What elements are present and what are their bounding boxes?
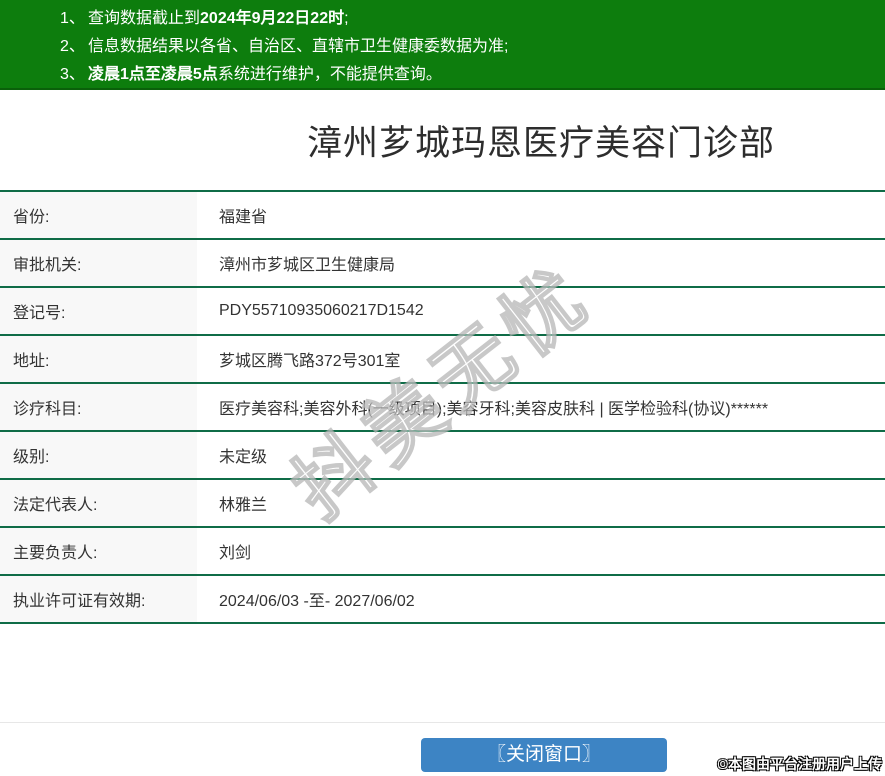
row-value: 刘剑: [197, 528, 885, 574]
row-label: 审批机关:: [0, 240, 197, 286]
notice-text: 信息数据结果以各省、自治区、直辖市卫生健康委数据为准;: [88, 38, 509, 55]
row-label: 省份:: [0, 192, 197, 238]
row-label: 诊疗科目:: [0, 384, 197, 430]
notice-line-2: 2、 信息数据结果以各省、自治区、直辖市卫生健康委数据为准;: [0, 33, 885, 61]
row-value: 福建省: [197, 192, 885, 238]
row-label: 主要负责人:: [0, 528, 197, 574]
row-value: 医疗美容科;美容外科(一级项目);美容牙科;美容皮肤科 | 医学检验科(协议)*…: [197, 384, 885, 430]
row-value: 林雅兰: [197, 480, 885, 526]
table-row-medical-subjects: 诊疗科目: 医疗美容科;美容外科(一级项目);美容牙科;美容皮肤科 | 医学检验…: [0, 384, 885, 432]
notice-text: ;: [344, 10, 349, 27]
notice-line-3: 3、 凌晨1点至凌晨5点系统进行维护，不能提供查询。: [0, 61, 885, 89]
notice-number: 2、: [60, 38, 85, 55]
notice-text-bold: 2024年9月22日22时: [200, 10, 345, 27]
row-label: 登记号:: [0, 288, 197, 334]
row-value: 漳州市芗城区卫生健康局: [197, 240, 885, 286]
row-label: 级别:: [0, 432, 197, 478]
notice-text: 查询数据截止到: [88, 10, 201, 27]
table-row-main-person-in-charge: 主要负责人: 刘剑: [0, 528, 885, 576]
row-value: 2024/06/03 -至- 2027/06/02: [197, 576, 885, 622]
table-row-level: 级别: 未定级: [0, 432, 885, 480]
close-window-button[interactable]: 〖关闭窗口〗: [421, 738, 667, 772]
table-row-address: 地址: 芗城区腾飞路372号301室: [0, 336, 885, 384]
table-row-registration-number: 登记号: PDY55710935060217D1542: [0, 288, 885, 336]
row-value: PDY55710935060217D1542: [197, 288, 885, 334]
table-row-legal-representative: 法定代表人: 林雅兰: [0, 480, 885, 528]
row-label: 执业许可证有效期:: [0, 576, 197, 622]
notice-text: 系统进行维护，不能提供查询。: [217, 66, 442, 83]
notice-number: 3、: [60, 66, 85, 83]
footer-divider: [0, 722, 885, 723]
table-row-approval-authority: 审批机关: 漳州市芗城区卫生健康局: [0, 240, 885, 288]
row-label: 地址:: [0, 336, 197, 382]
upload-attribution: ©本图由平台注册用户上传: [717, 756, 882, 772]
row-value: 芗城区腾飞路372号301室: [197, 336, 885, 382]
notice-text-bold: 凌晨1点至凌晨5点: [88, 66, 218, 83]
notice-line-1: 1、 查询数据截止到2024年9月22日22时;: [0, 5, 885, 33]
table-row-license-validity-period: 执业许可证有效期: 2024/06/03 -至- 2027/06/02: [0, 576, 885, 624]
row-value: 未定级: [197, 432, 885, 478]
table-row-province: 省份: 福建省: [0, 192, 885, 240]
license-detail-table: 省份: 福建省 审批机关: 漳州市芗城区卫生健康局 登记号: PDY557109…: [0, 190, 885, 624]
title-row: 漳州芗城玛恩医疗美容门诊部: [197, 90, 885, 190]
page-title: 漳州芗城玛恩医疗美容门诊部: [306, 123, 775, 163]
notice-banner: 1、 查询数据截止到2024年9月22日22时; 2、 信息数据结果以各省、自治区、…: [0, 0, 885, 90]
notice-number: 1、: [60, 10, 85, 27]
row-label: 法定代表人:: [0, 480, 197, 526]
